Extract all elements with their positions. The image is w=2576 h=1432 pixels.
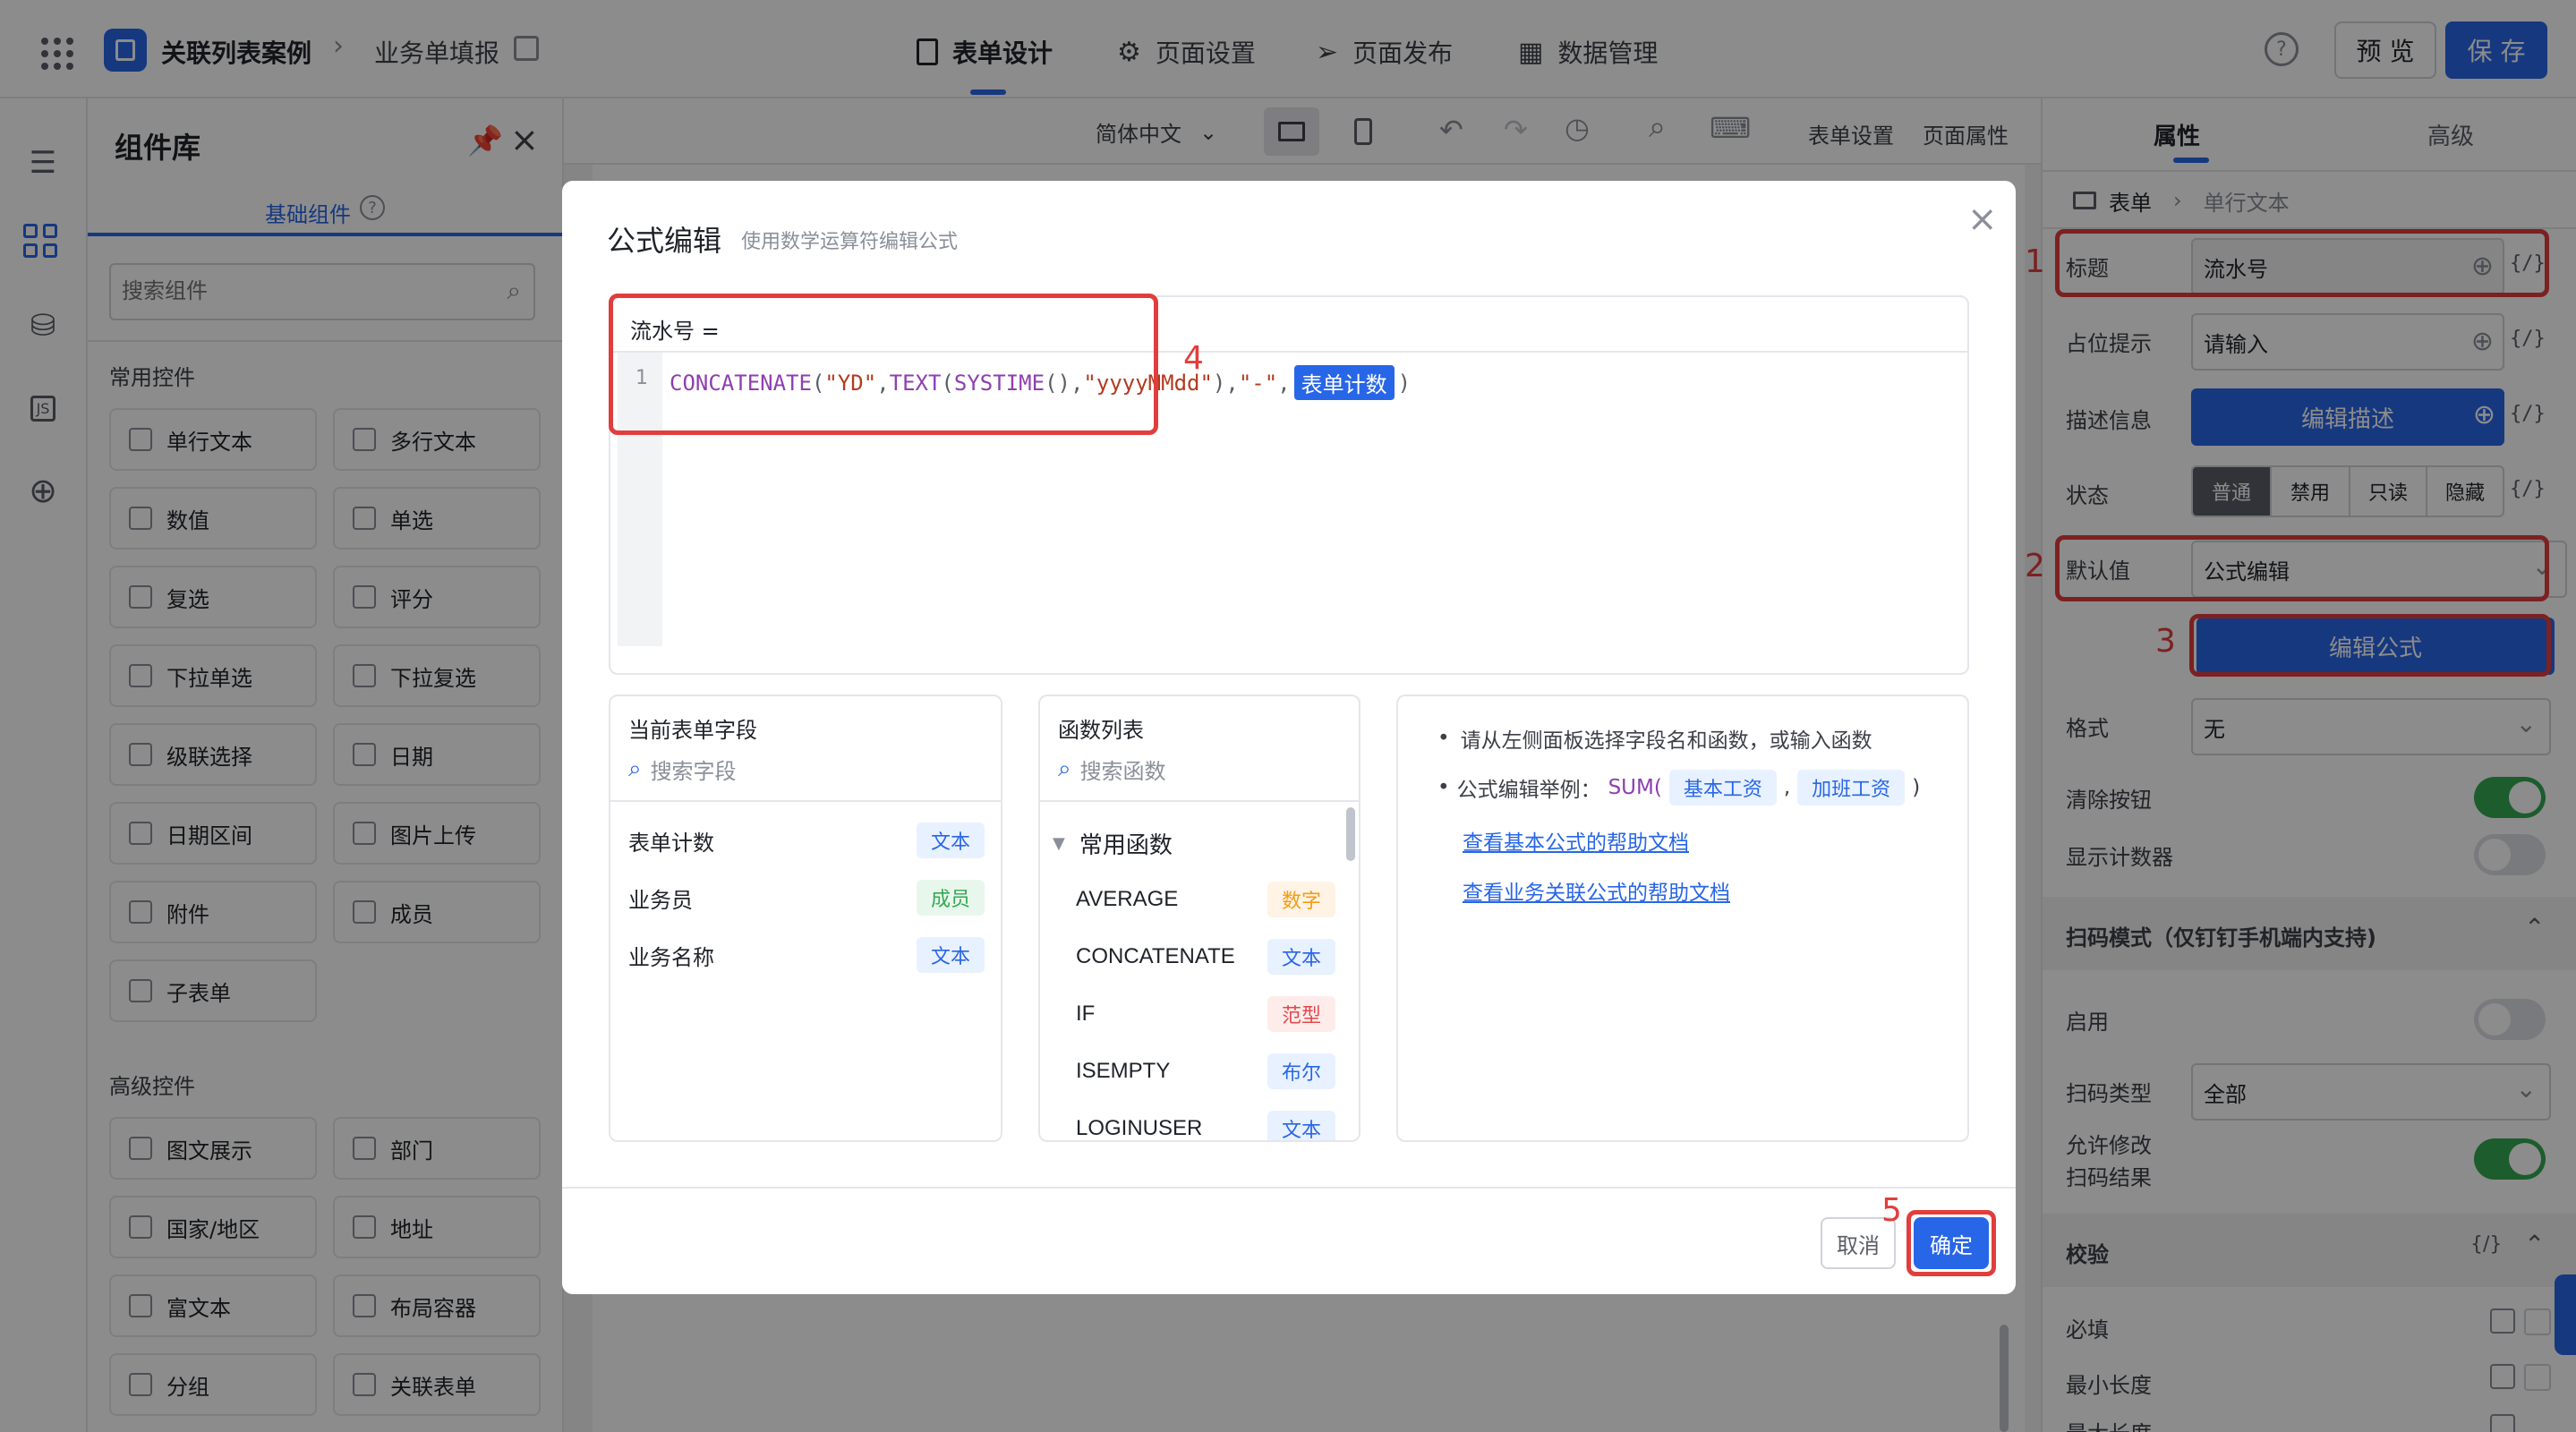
functions-group[interactable]: ▼ 常用函数 <box>1053 827 1173 860</box>
divider <box>562 1187 2016 1189</box>
formula-field-chip[interactable]: 表单计数 <box>1293 365 1395 400</box>
functions-group-label: 常用函数 <box>1079 832 1173 859</box>
function-name: CONCATENATE <box>1076 944 1235 968</box>
divider <box>1040 800 1359 802</box>
tip-2-close: ) <box>1912 776 1921 799</box>
functions-scrollbar[interactable] <box>1346 807 1355 861</box>
function-item[interactable]: ISEMPTY 布尔 <box>1076 1049 1335 1094</box>
annotation-box-4 <box>609 294 1158 435</box>
function-type-tag: 文本 <box>1267 939 1335 975</box>
tip-2-prefix: 公式编辑举例： <box>1456 779 1601 802</box>
business-formula-help-link[interactable]: 查看业务关联公式的帮助文档 <box>1463 875 1730 906</box>
field-name: 表单计数 <box>628 830 714 856</box>
tip-2: • 公式编辑举例： SUM( 基本工资 , 加班工资 ) <box>1437 770 1920 806</box>
caret-down-icon: ▼ <box>1053 834 1065 853</box>
function-item[interactable]: LOGINUSER 文本 <box>1076 1106 1335 1140</box>
tip-2-func: SUM( <box>1608 776 1662 799</box>
tip-2-comma: , <box>1783 776 1791 799</box>
functions-title: 函数列表 <box>1058 718 1144 743</box>
fields-search-placeholder: 搜索字段 <box>650 759 737 784</box>
bullet-icon: • <box>1437 776 1450 799</box>
function-name: ISEMPTY <box>1076 1059 1171 1083</box>
field-type-tag: 文本 <box>916 937 985 973</box>
field-type-tag: 成员 <box>916 880 985 916</box>
search-icon: ⌕ <box>1058 755 1071 782</box>
help-panel: • 请从左侧面板选择字段名和函数，或输入函数 • 公式编辑举例： SUM( 基本… <box>1396 695 1969 1142</box>
annotation-label-5: 5 <box>1881 1192 1902 1229</box>
fields-title: 当前表单字段 <box>628 718 757 743</box>
divider <box>610 800 1001 802</box>
search-icon: ⌕ <box>628 755 642 782</box>
field-type-tag: 文本 <box>916 823 985 858</box>
function-type-tag: 范型 <box>1267 996 1335 1032</box>
function-name: IF <box>1076 1002 1096 1026</box>
field-item[interactable]: 表单计数 文本 <box>627 818 985 863</box>
field-item[interactable]: 业务员 成员 <box>627 875 985 920</box>
modal-title: 公式编辑 <box>607 224 722 258</box>
code-comma: , <box>1277 370 1291 396</box>
fields-search[interactable]: ⌕ 搜索字段 <box>628 754 737 785</box>
function-item[interactable]: AVERAGE 数字 <box>1076 877 1335 922</box>
functions-search[interactable]: ⌕ 搜索函数 <box>1058 754 1166 785</box>
function-type-tag: 数字 <box>1267 882 1335 917</box>
tip-field-chip: 基本工资 <box>1668 770 1777 806</box>
tip-1: • 请从左侧面板选择字段名和函数，或输入函数 <box>1437 723 1872 754</box>
function-name: AVERAGE <box>1076 887 1179 911</box>
functions-search-placeholder: 搜索函数 <box>1079 759 1166 784</box>
function-name: LOGINUSER <box>1076 1116 1203 1140</box>
tip-field-chip: 加班工资 <box>1797 770 1906 806</box>
code-paren: ) <box>1397 370 1412 396</box>
basic-formula-help-link[interactable]: 查看基本公式的帮助文档 <box>1463 825 1689 856</box>
function-type-tag: 文本 <box>1267 1111 1335 1140</box>
annotation-box-5 <box>1906 1210 1996 1276</box>
functions-panel: 函数列表 ⌕ 搜索函数 ▼ 常用函数 AVERAGE 数字 CONCATENATE 文… <box>1038 695 1361 1142</box>
function-item[interactable]: CONCATENATE 文本 <box>1076 934 1335 979</box>
code-string: "-" <box>1238 370 1278 396</box>
bullet-icon: • <box>1437 727 1450 750</box>
formula-editor-modal: 公式编辑 使用数学运算符编辑公式 × 流水号 = 1 CONCATENATE (… <box>562 181 2016 1294</box>
field-name: 业务员 <box>628 887 693 913</box>
field-name: 业务名称 <box>628 944 714 970</box>
modal-subtitle: 使用数学运算符编辑公式 <box>741 231 959 253</box>
function-type-tag: 布尔 <box>1267 1053 1335 1089</box>
code-paren: ) <box>1212 370 1226 396</box>
function-item[interactable]: IF 范型 <box>1076 992 1335 1036</box>
fields-panel: 当前表单字段 ⌕ 搜索字段 表单计数 文本 业务员 成员 业务名称 文本 <box>609 695 1002 1142</box>
code-comma: , <box>1225 370 1239 396</box>
close-icon[interactable]: × <box>1967 199 1998 240</box>
annotation-label-4: 4 <box>1183 340 1204 377</box>
tip-1-text: 请从左侧面板选择字段名和函数，或输入函数 <box>1460 729 1872 753</box>
field-item[interactable]: 业务名称 文本 <box>627 933 985 977</box>
